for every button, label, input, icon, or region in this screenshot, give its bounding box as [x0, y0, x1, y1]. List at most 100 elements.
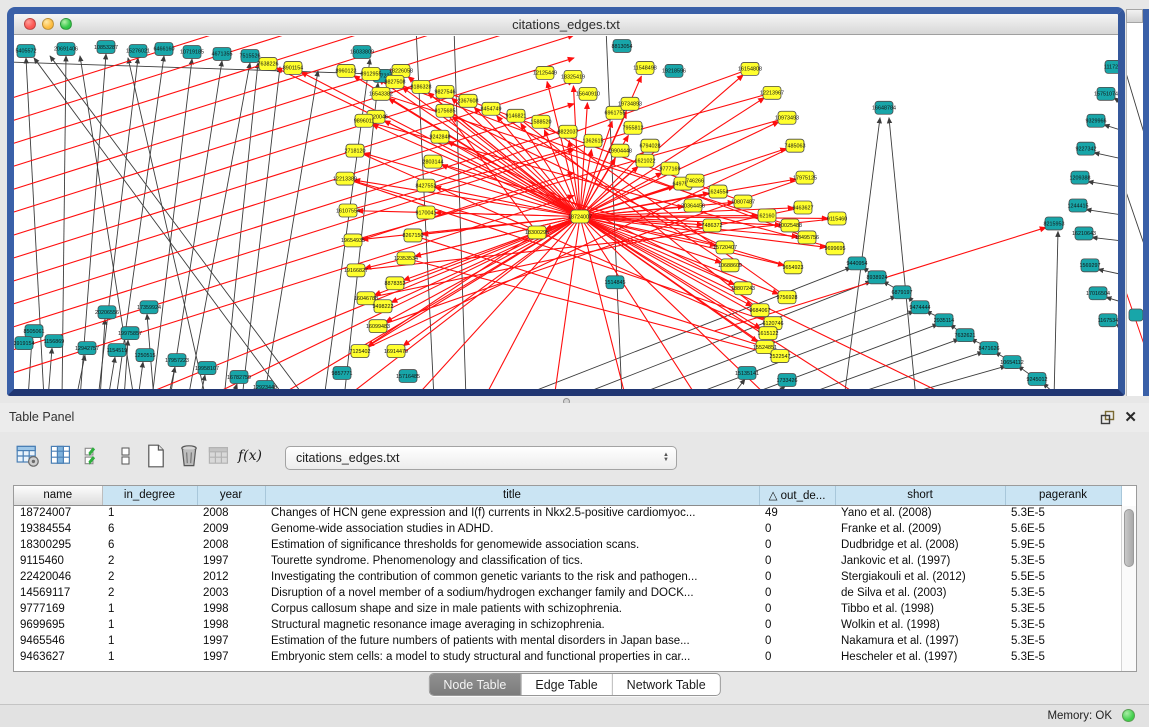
- scrollbar-thumb[interactable]: [1124, 509, 1134, 567]
- graph-edge[interactable]: [403, 216, 580, 345]
- column-header-year[interactable]: year: [197, 486, 265, 505]
- table-row[interactable]: 946554611997Estimation of the future num…: [14, 633, 1121, 649]
- graph-edge[interactable]: [1104, 125, 1118, 132]
- table-cell[interactable]: Tibbo et al. (1998): [835, 601, 1005, 617]
- vertical-scrollbar[interactable]: [1121, 506, 1136, 671]
- table-cell[interactable]: 5.3E-5: [1005, 585, 1121, 601]
- table-cell[interactable]: 1997: [197, 649, 265, 665]
- graph-edge[interactable]: [889, 118, 916, 389]
- table-cell[interactable]: 0: [759, 601, 835, 617]
- table-cell[interactable]: 2012: [197, 569, 265, 585]
- table-cell[interactable]: Estimation of the future numbers of pati…: [265, 633, 759, 649]
- table-cell[interactable]: 5.3E-5: [1005, 617, 1121, 633]
- graph-edge[interactable]: [1054, 231, 1058, 389]
- table-cell[interactable]: 1997: [197, 553, 265, 569]
- table-selector-dropdown[interactable]: citations_edges.txt ▲▼: [285, 446, 677, 470]
- column-header-out_de[interactable]: △ out_de...: [759, 486, 835, 505]
- table-cell[interactable]: 2: [102, 553, 197, 569]
- column-header-name[interactable]: name: [14, 486, 102, 505]
- table-cell[interactable]: 1997: [197, 633, 265, 649]
- network-canvas[interactable]: 5405572206914061085328715276021646616010…: [14, 36, 1118, 389]
- table-cell[interactable]: 0: [759, 553, 835, 569]
- graph-edge[interactable]: [516, 116, 760, 310]
- table-cell[interactable]: 1998: [197, 601, 265, 617]
- table-row[interactable]: 1938455462009Genome-wide association stu…: [14, 521, 1121, 537]
- table-cell[interactable]: Nakamura et al. (1997): [835, 633, 1005, 649]
- table-cell[interactable]: 2: [102, 585, 197, 601]
- delete-columns-icon[interactable]: [175, 442, 203, 470]
- tab-node-table[interactable]: Node Table: [429, 674, 520, 695]
- table-cell[interactable]: 2009: [197, 521, 265, 537]
- graph-edge[interactable]: [188, 63, 250, 389]
- float-panel-icon[interactable]: [1100, 410, 1115, 425]
- graph-edge[interactable]: [14, 173, 574, 352]
- graph-edge[interactable]: [170, 61, 222, 389]
- table-cell[interactable]: 9699695: [14, 617, 102, 633]
- row-height-icon[interactable]: [112, 442, 140, 470]
- graph-edge[interactable]: [1094, 153, 1118, 160]
- table-cell[interactable]: Changes of HCN gene expression and I(f) …: [265, 505, 759, 521]
- table-cell[interactable]: 0: [759, 521, 835, 537]
- graph-edge[interactable]: [570, 281, 871, 389]
- table-cell[interactable]: 49: [759, 505, 835, 521]
- table-row[interactable]: 969969511998Structural magnetic resonanc…: [14, 617, 1121, 633]
- table-row[interactable]: 1872400712008Changes of HCN gene express…: [14, 505, 1121, 521]
- table-cell[interactable]: Investigating the contribution of common…: [265, 569, 759, 585]
- table-cell[interactable]: 9463627: [14, 649, 102, 665]
- table-cell[interactable]: 9115460: [14, 553, 102, 569]
- graph-edge[interactable]: [730, 379, 745, 389]
- tab-network-table[interactable]: Network Table: [612, 674, 720, 695]
- table-cell[interactable]: 6: [102, 537, 197, 553]
- table-cell[interactable]: 1: [102, 601, 197, 617]
- table-cell[interactable]: 18724007: [14, 505, 102, 521]
- graph-edge[interactable]: [80, 54, 106, 389]
- table-cell[interactable]: Yano et al. (2008): [835, 505, 1005, 521]
- graph-edge[interactable]: [152, 59, 192, 389]
- table-cell[interactable]: 5.3E-5: [1005, 553, 1121, 569]
- table-row[interactable]: 1830029562008Estimation of significance …: [14, 537, 1121, 553]
- graph-edge[interactable]: [360, 232, 537, 351]
- table-row[interactable]: 946362711997Embryonic stem cells: a mode…: [14, 649, 1121, 665]
- graph-edge[interactable]: [108, 357, 115, 389]
- table-cell[interactable]: 9465546: [14, 633, 102, 649]
- graph-edge[interactable]: [1092, 237, 1118, 241]
- table-cell[interactable]: Dudbridge et al. (2008): [835, 537, 1005, 553]
- graph-edge[interactable]: [1106, 297, 1118, 303]
- table-cell[interactable]: Corpus callosum shape and size in male p…: [265, 601, 759, 617]
- table-cell[interactable]: Franke et al. (2009): [835, 521, 1005, 537]
- graph-edge[interactable]: [1088, 182, 1118, 188]
- table-cell[interactable]: 1: [102, 649, 197, 665]
- table-cell[interactable]: 2008: [197, 505, 265, 521]
- table-cell[interactable]: 0: [759, 633, 835, 649]
- table-cell[interactable]: Structural magnetic resonance image aver…: [265, 617, 759, 633]
- table-cell[interactable]: 5.5E-5: [1005, 569, 1121, 585]
- table-cell[interactable]: 0: [759, 585, 835, 601]
- function-builder-icon[interactable]: f(x): [236, 442, 264, 470]
- table-cell[interactable]: 5.3E-5: [1005, 601, 1121, 617]
- table-cell[interactable]: Disruption of a novel member of a sodium…: [265, 585, 759, 601]
- table-cell[interactable]: Hescheler et al. (1997): [835, 649, 1005, 665]
- graph-edge[interactable]: [448, 141, 580, 216]
- table-cell[interactable]: 2008: [197, 537, 265, 553]
- table-cell[interactable]: Estimation of significance thresholds fo…: [265, 537, 759, 553]
- table-cell[interactable]: 2003: [197, 585, 265, 601]
- table-cell[interactable]: 1: [102, 633, 197, 649]
- table-cell[interactable]: 0: [759, 649, 835, 665]
- graph-edge[interactable]: [840, 352, 983, 389]
- table-cell[interactable]: Stergiakouli et al. (2012): [835, 569, 1005, 585]
- graph-edge[interactable]: [168, 367, 175, 389]
- column-header-pagerank[interactable]: pagerank: [1005, 486, 1121, 505]
- column-header-in_degree[interactable]: in_degree: [102, 486, 197, 505]
- table-cell[interactable]: 5.9E-5: [1005, 537, 1121, 553]
- graph-edge[interactable]: [794, 339, 959, 389]
- column-header-title[interactable]: title: [265, 486, 759, 505]
- delete-table-icon[interactable]: [205, 442, 233, 470]
- graph-edge[interactable]: [890, 366, 1006, 389]
- window-titlebar[interactable]: citations_edges.txt: [14, 14, 1118, 35]
- graph-edge[interactable]: [76, 355, 85, 389]
- table-cell[interactable]: 22420046: [14, 569, 102, 585]
- table-cell[interactable]: 1: [102, 617, 197, 633]
- graph-edge[interactable]: [48, 348, 52, 389]
- table-cell[interactable]: Embryonic stem cells: a model to study s…: [265, 649, 759, 665]
- table-cell[interactable]: de Silva et al. (2003): [835, 585, 1005, 601]
